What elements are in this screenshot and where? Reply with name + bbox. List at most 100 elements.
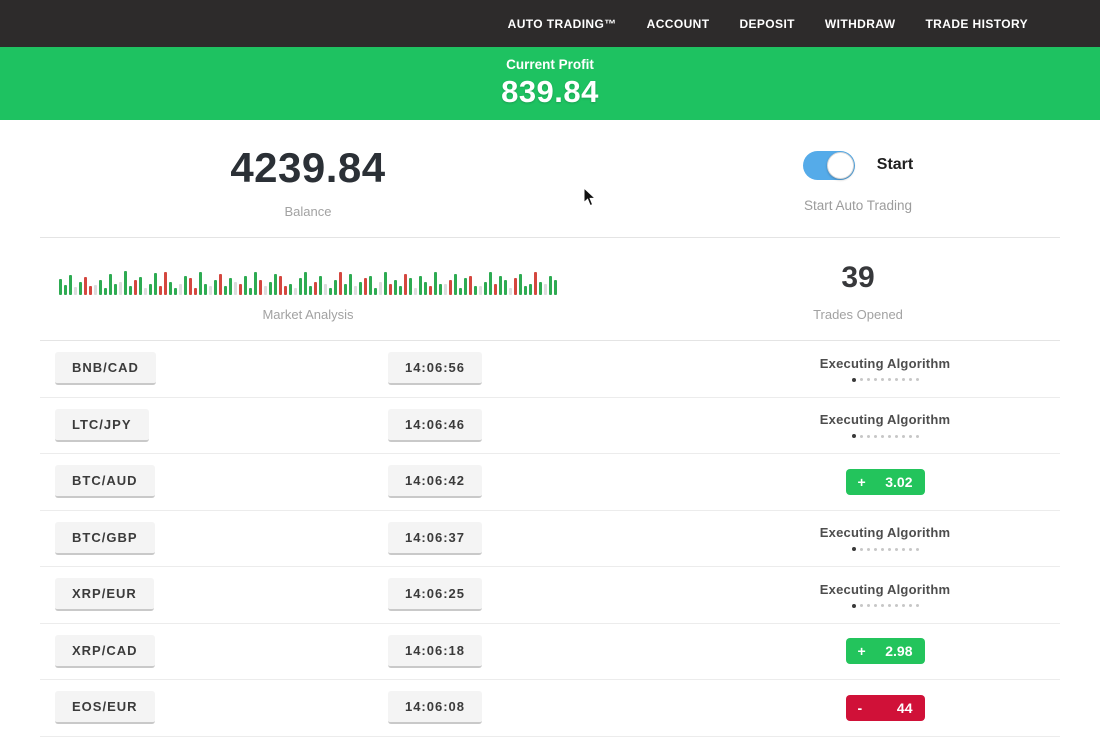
nav-item-withdraw[interactable]: WITHDRAW xyxy=(823,11,898,37)
chart-bar xyxy=(94,285,97,295)
chart-bar xyxy=(259,280,262,295)
executing-status: Executing Algorithm xyxy=(820,582,950,608)
time-button[interactable]: 14:06:18 xyxy=(388,635,482,668)
chart-bar xyxy=(119,282,122,295)
chart-bar xyxy=(214,280,217,295)
progress-dot xyxy=(881,378,884,381)
chart-bar xyxy=(529,284,532,295)
status-cell: Executing Algorithm xyxy=(820,356,950,382)
pair-button[interactable]: LTC/JPY xyxy=(55,409,149,442)
executing-label: Executing Algorithm xyxy=(820,525,950,540)
chart-bar xyxy=(409,278,412,295)
progress-dot xyxy=(852,604,856,608)
time-cell: 14:06:42 xyxy=(388,465,482,498)
progress-dot xyxy=(895,435,898,438)
chart-bar xyxy=(504,280,507,295)
chart-bar xyxy=(149,284,152,295)
progress-dot xyxy=(916,378,919,381)
progress-dot xyxy=(895,548,898,551)
progress-dot xyxy=(881,435,884,438)
time-button[interactable]: 14:06:08 xyxy=(388,691,482,724)
chart-bar xyxy=(134,280,137,295)
chart-bar xyxy=(329,288,332,295)
time-button[interactable]: 14:06:56 xyxy=(388,352,482,385)
pair-button[interactable]: EOS/EUR xyxy=(55,691,155,724)
chart-bar xyxy=(439,284,442,295)
progress-dot xyxy=(867,378,870,381)
time-cell: 14:06:56 xyxy=(388,352,482,385)
pair-button[interactable]: BNB/CAD xyxy=(55,352,156,385)
nav-item-auto-trading[interactable]: AUTO TRADING™ xyxy=(506,11,619,37)
progress-dot xyxy=(888,548,891,551)
time-button[interactable]: 14:06:37 xyxy=(388,522,482,555)
chart-bar xyxy=(534,272,537,295)
progress-dot xyxy=(881,548,884,551)
chart-bar xyxy=(394,280,397,295)
chart-bar xyxy=(309,286,312,295)
executing-status: Executing Algorithm xyxy=(820,356,950,382)
table-row: BTC/GBP 14:06:37 Executing Algorithm xyxy=(40,511,1060,568)
chart-bar xyxy=(164,272,167,295)
top-nav: AUTO TRADING™ ACCOUNT DEPOSIT WITHDRAW TRADE… xyxy=(0,0,1100,47)
chart-bar xyxy=(379,282,382,295)
time-button[interactable]: 14:06:25 xyxy=(388,578,482,611)
time-cell: 14:06:08 xyxy=(388,691,482,724)
chart-bar xyxy=(469,276,472,295)
toggle-label: Start xyxy=(877,156,913,174)
auto-trading-caption: Start Auto Trading xyxy=(804,198,912,213)
status-cell: Executing Algorithm xyxy=(820,525,950,551)
chart-bar xyxy=(179,284,182,295)
chart-bar xyxy=(294,288,297,295)
chart-bar xyxy=(79,282,82,295)
nav-item-trade-history[interactable]: TRADE HISTORY xyxy=(923,11,1030,37)
chart-bar xyxy=(199,272,202,295)
progress-dots xyxy=(852,604,919,608)
auto-trading-toggle[interactable] xyxy=(803,151,855,180)
chart-bar xyxy=(74,287,77,295)
chart-bar xyxy=(459,288,462,295)
executing-label: Executing Algorithm xyxy=(820,582,950,597)
progress-dot xyxy=(902,435,905,438)
time-button[interactable]: 14:06:46 xyxy=(388,409,482,442)
progress-dot xyxy=(860,548,863,551)
chart-bar xyxy=(69,275,72,295)
pair-button[interactable]: XRP/EUR xyxy=(55,578,154,611)
executing-status: Executing Algorithm xyxy=(820,525,950,551)
progress-dot xyxy=(902,548,905,551)
progress-dot xyxy=(916,435,919,438)
chart-bar xyxy=(279,276,282,295)
nav-item-account[interactable]: ACCOUNT xyxy=(645,11,712,37)
chart-bar xyxy=(129,286,132,295)
progress-dot xyxy=(881,604,884,607)
chart-bar xyxy=(434,272,437,295)
chart-bar xyxy=(124,271,127,295)
chart-bar xyxy=(224,286,227,295)
chart-bar xyxy=(424,282,427,295)
nav-item-deposit[interactable]: DEPOSIT xyxy=(737,11,796,37)
pair-button[interactable]: BTC/GBP xyxy=(55,522,155,555)
chart-bar xyxy=(489,272,492,295)
chart-bar xyxy=(64,285,67,295)
chart-bar xyxy=(144,288,147,295)
chart-bar xyxy=(169,282,172,295)
pair-cell: XRP/EUR xyxy=(40,578,154,611)
chart-bar xyxy=(319,276,322,295)
pair-button[interactable]: XRP/CAD xyxy=(55,635,155,668)
progress-dot xyxy=(902,604,905,607)
trades-table: BNB/CAD 14:06:56 Executing Algorithm LTC/JP… xyxy=(40,340,1060,737)
chart-bar xyxy=(104,288,107,295)
chart-bar xyxy=(324,284,327,295)
status-cell: Executing Algorithm xyxy=(820,582,950,608)
chart-bar xyxy=(264,286,267,295)
pair-button[interactable]: BTC/AUD xyxy=(55,465,155,498)
chart-bar xyxy=(499,276,502,295)
current-profit-banner: Current Profit 839.84 xyxy=(0,47,1100,120)
chart-bar xyxy=(554,280,557,295)
chart-bar xyxy=(339,272,342,295)
time-button[interactable]: 14:06:42 xyxy=(388,465,482,498)
pair-cell: XRP/CAD xyxy=(40,635,155,668)
executing-label: Executing Algorithm xyxy=(820,412,950,427)
chart-bar xyxy=(479,286,482,295)
chart-bar xyxy=(314,282,317,295)
balance-block: 4239.84 Balance xyxy=(0,126,616,237)
